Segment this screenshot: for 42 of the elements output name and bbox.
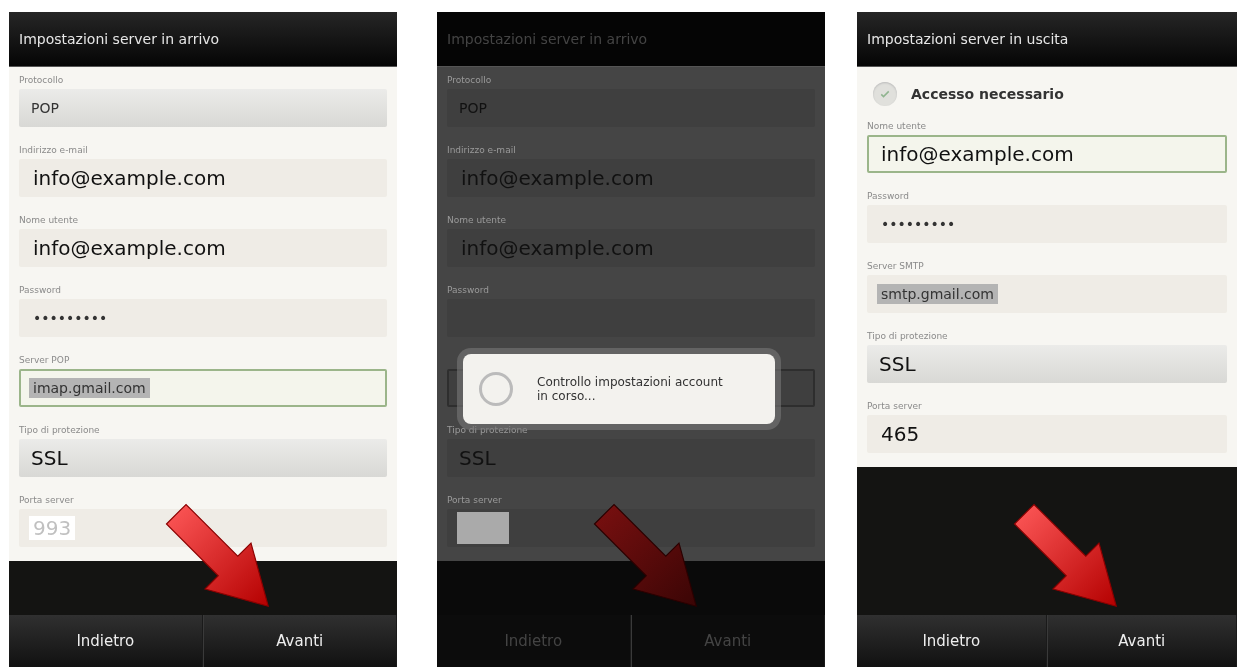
field-label: Porta server xyxy=(447,494,503,507)
checkbox-label: Accesso necessario xyxy=(911,86,1064,102)
input-field[interactable]: smtp.gmail.com xyxy=(867,275,1227,313)
dialog-message: Controllo impostazioni account in corso... xyxy=(537,375,724,403)
nav-button[interactable]: Avanti xyxy=(1046,615,1237,667)
field-label: Server SMTP xyxy=(867,260,925,273)
screen-title: Impostazioni server in uscita xyxy=(867,31,1069,47)
input-field[interactable]: info@example.com xyxy=(19,229,387,267)
field-label: Nome utente xyxy=(447,214,507,227)
checkbox[interactable] xyxy=(873,82,897,106)
nav-button[interactable]: Avanti xyxy=(202,615,397,667)
field-label: Porta server xyxy=(867,400,923,413)
field-label: Password xyxy=(447,284,491,297)
input-field[interactable] xyxy=(447,509,815,547)
check-icon xyxy=(879,88,891,100)
input-field[interactable]: imap.gmail.com xyxy=(19,369,387,407)
field-label: Tipo di protezione xyxy=(867,330,949,343)
field-label: Protocollo xyxy=(447,74,493,87)
input-field[interactable]: ••••••••• xyxy=(867,205,1227,243)
input-field[interactable]: info@example.com xyxy=(867,135,1227,173)
input-field[interactable]: 465 xyxy=(867,415,1227,453)
field-label: Nome utente xyxy=(19,214,79,227)
field-label: Indirizzo e-mail xyxy=(447,144,517,157)
screen-title: Impostazioni server in arrivo xyxy=(19,31,220,47)
nav-button[interactable]: Indietro xyxy=(857,615,1047,667)
dropdown[interactable]: SSL xyxy=(867,345,1227,383)
field-label: Porta server xyxy=(19,494,75,507)
field-label: Password xyxy=(867,190,911,203)
loading-spinner-icon xyxy=(479,372,513,406)
field-label: Nome utente xyxy=(867,120,927,133)
field-label: Tipo di protezione xyxy=(447,424,529,437)
field-label: Tipo di protezione xyxy=(19,424,101,437)
input-field[interactable]: ••••••••• xyxy=(19,299,387,337)
dropdown[interactable]: SSL xyxy=(19,439,387,477)
field-label: Password xyxy=(19,284,63,297)
dropdown[interactable]: POP xyxy=(19,89,387,127)
field-label: Indirizzo e-mail xyxy=(19,144,89,157)
nav-button[interactable]: Indietro xyxy=(9,615,203,667)
input-field[interactable]: info@example.com xyxy=(19,159,387,197)
screen-title: Impostazioni server in arrivo xyxy=(447,31,648,47)
field-label: Protocollo xyxy=(19,74,65,87)
field-label: Server POP xyxy=(19,354,71,367)
